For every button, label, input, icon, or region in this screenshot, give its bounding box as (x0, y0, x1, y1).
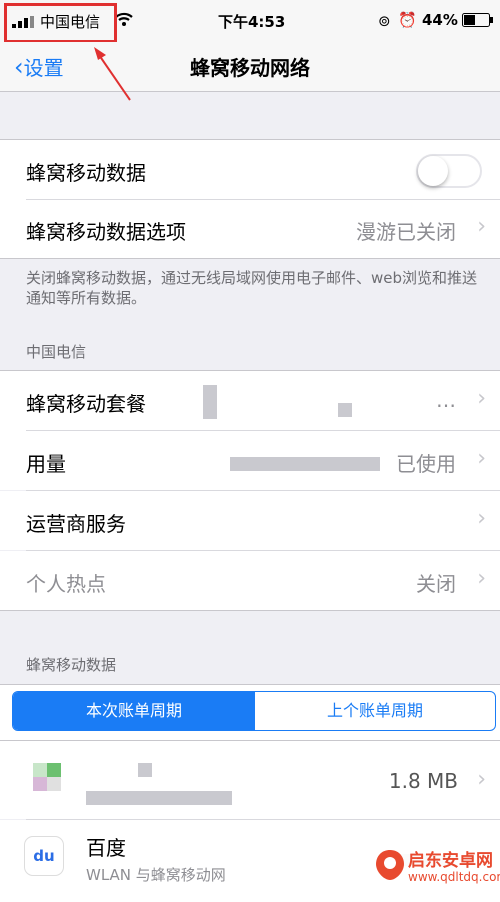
redacted-app-icon (33, 763, 61, 791)
redacted-plan-value (338, 403, 352, 417)
cellular-footer-note: 关闭蜂窝移动数据，通过无线局域网使用电子邮件、web浏览和推送通知等所有数据。 (26, 269, 478, 307)
app-usage-row[interactable]: 1.8 MB › (0, 741, 500, 819)
carrier-services-row[interactable]: 运营商服务 › (0, 491, 500, 550)
redacted-app-name (138, 763, 152, 777)
billing-period-segmented-control[interactable]: 本次账单周期 上个账单周期 (12, 691, 496, 731)
cellular-data-toggle[interactable] (416, 154, 482, 188)
roaming-status: 漫游已关闭 (356, 220, 456, 244)
chevron-right-icon: › (477, 767, 486, 792)
personal-hotspot-row[interactable]: 个人热点 关闭 › (0, 551, 500, 611)
redacted-app-name (86, 791, 232, 805)
redacted-usage-value (230, 457, 380, 471)
watermark: 启东安卓网 www.qdltdq.com (372, 838, 500, 894)
toggle-knob (418, 156, 448, 186)
carrier-section-header: 中国电信 (26, 343, 87, 361)
chevron-right-icon: › (477, 214, 486, 239)
chevron-right-icon: › (477, 506, 486, 531)
cellular-data-row[interactable]: 蜂窝移动数据 (0, 139, 500, 200)
plan-value: … (436, 388, 456, 412)
app-data-usage: 1.8 MB (388, 769, 458, 793)
carrier-services-label: 运营商服务 (26, 512, 126, 536)
usage-label: 用量 (26, 452, 66, 476)
tab-current-period[interactable]: 本次账单周期 (13, 692, 255, 730)
personal-hotspot-label: 个人热点 (26, 572, 106, 596)
chevron-right-icon: › (477, 446, 486, 471)
chevron-right-icon: › (477, 386, 486, 411)
watermark-url: www.qdltdq.com (408, 870, 500, 884)
cellular-plan-row[interactable]: 蜂窝移动套餐 … › (0, 370, 500, 431)
app-name-baidu: 百度 (86, 836, 126, 860)
redacted-plan-value (203, 385, 217, 419)
watermark-brand: 启东安卓网 (408, 851, 493, 871)
cellular-data-label: 蜂窝移动数据 (26, 161, 146, 185)
cellular-plan-label: 蜂窝移动套餐 (26, 392, 146, 416)
cellular-options-label: 蜂窝移动数据选项 (26, 220, 186, 244)
watermark-logo-icon (374, 848, 406, 882)
hotspot-status: 关闭 (416, 572, 456, 596)
app-subtitle-baidu: WLAN 与蜂窝移动网 (86, 866, 226, 884)
usage-value: 已使用 (396, 452, 456, 476)
tab-previous-period[interactable]: 上个账单周期 (255, 692, 495, 730)
chevron-right-icon: › (477, 566, 486, 591)
cellular-options-row[interactable]: 蜂窝移动数据选项 漫游已关闭 › (0, 200, 500, 259)
cellular-data-section-header: 蜂窝移动数据 (26, 656, 117, 674)
baidu-app-icon: du (24, 836, 64, 876)
usage-row[interactable]: 用量 已使用 › (0, 431, 500, 490)
annotation-arrow (94, 47, 131, 101)
